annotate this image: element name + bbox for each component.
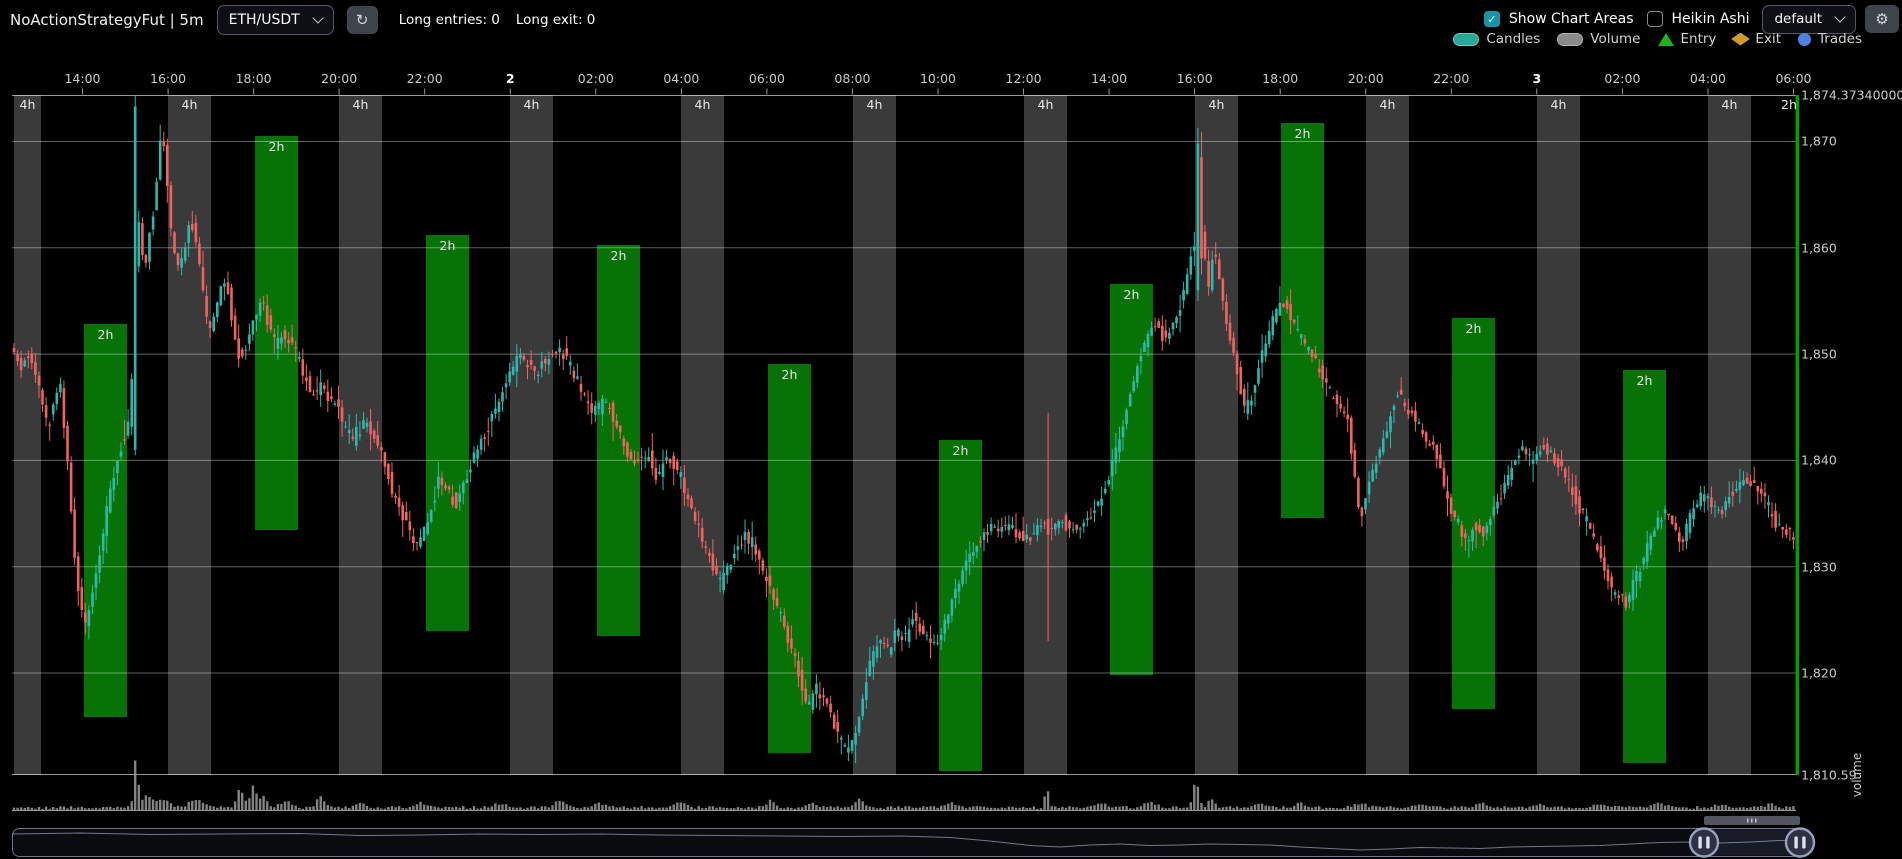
x-tick-label: 22:00 — [1433, 71, 1469, 86]
price-tick-label: 1,840 — [1801, 453, 1837, 468]
pair-select[interactable]: ETH/USDT — [217, 5, 334, 35]
chart-area-label: 2h — [953, 443, 969, 458]
x-tick-label: 2 — [506, 71, 515, 86]
long-exit-count: Long exit: 0 — [516, 12, 596, 28]
chart-area-label: 2h — [1124, 287, 1140, 302]
volume-axis-title: volume — [1850, 753, 1864, 797]
x-tick-label: 16:00 — [1177, 71, 1213, 86]
plot-config-select[interactable]: default — [1762, 5, 1856, 34]
exit-diamond-icon — [1732, 33, 1751, 46]
rangeslider-handle-right[interactable] — [1786, 829, 1814, 857]
refresh-button[interactable]: ↻ — [347, 6, 378, 34]
chart-area-label: 4h — [182, 97, 198, 112]
header-right: ✓ Show Chart Areas Heikin Ashi default ⚙ — [1484, 4, 1899, 34]
chart-area-label: 2h — [611, 248, 627, 263]
volume-swatch-icon — [1557, 33, 1583, 46]
legend-item-trades[interactable]: Trades — [1798, 31, 1862, 47]
refresh-icon: ↻ — [356, 11, 369, 29]
long-entries-count: Long entries: 0 — [399, 12, 500, 28]
x-tick-label: 06:00 — [749, 71, 785, 86]
legend-label: Candles — [1486, 31, 1540, 47]
x-tick-label: 18:00 — [236, 71, 272, 86]
price-tick-label: 1,820 — [1801, 665, 1837, 680]
price-tick-label: 1,850 — [1801, 347, 1837, 362]
trade-stats: Long entries: 0 Long exit: 0 — [399, 12, 596, 28]
legend-item-exit[interactable]: Exit — [1733, 31, 1781, 47]
legend-label: Volume — [1590, 31, 1640, 47]
show-chart-areas-label[interactable]: Show Chart Areas — [1509, 11, 1634, 27]
current-2h-area-edge — [1796, 95, 1800, 775]
strategy-title: NoActionStrategyFut | 5m — [10, 11, 204, 29]
rangeslider-handle-left[interactable] — [1690, 829, 1718, 857]
entry-triangle-icon — [1658, 33, 1674, 46]
pair-select-value: ETH/USDT — [229, 12, 300, 28]
chart-area-label: 4h — [524, 97, 540, 112]
legend-item-candles[interactable]: Candles — [1453, 31, 1540, 47]
price-tick-label: 1,860 — [1801, 240, 1837, 255]
chart-area-label: 2h — [98, 327, 114, 342]
chevron-down-icon — [1834, 11, 1845, 22]
price-tick-label: 1,870 — [1801, 134, 1837, 149]
legend-item-volume[interactable]: Volume — [1557, 31, 1640, 47]
chart-area-label: 4h — [20, 97, 36, 112]
x-tick-label: 02:00 — [578, 71, 614, 86]
x-tick-label: 02:00 — [1604, 71, 1640, 86]
chevron-down-icon — [312, 12, 323, 23]
chart-area-label: 4h — [353, 97, 369, 112]
legend-item-entry[interactable]: Entry — [1658, 31, 1717, 47]
x-tick-label: 04:00 — [1690, 71, 1726, 86]
plot-config-value: default — [1774, 11, 1822, 27]
chart-area-label: 4h — [1380, 97, 1396, 112]
freqtrade-chart-page: { "app": { "strategy_title": "NoActionSt… — [0, 0, 1902, 859]
chart-area-label: 2h — [1295, 126, 1311, 141]
rangeslider-grip-bar[interactable] — [1704, 816, 1800, 825]
chart-area-label: 4h — [1551, 97, 1567, 112]
chart-legend: Candles Volume Entry Exit Trades — [1453, 31, 1862, 47]
x-tick-label: 10:00 — [920, 71, 956, 86]
x-tick-label: 14:00 — [1091, 71, 1127, 86]
x-tick-label: 20:00 — [321, 71, 357, 86]
x-tick-label: 14:00 — [64, 71, 100, 86]
rangeslider-track[interactable] — [13, 829, 1800, 857]
candles-swatch-icon — [1453, 33, 1479, 46]
x-tick-label: 04:00 — [663, 71, 699, 86]
x-tick-label: 20:00 — [1348, 71, 1384, 86]
legend-label: Trades — [1818, 31, 1862, 47]
price-tick-label: 1,810.59 — [1801, 768, 1857, 783]
volume-bars — [13, 761, 1795, 811]
chart-area-label: 2h — [269, 139, 285, 154]
chart-area-label: 2h — [1466, 321, 1482, 336]
x-tick-label: 3 — [1532, 71, 1541, 86]
chart-area-label: 4h — [1722, 97, 1738, 112]
x-tick-label: 08:00 — [834, 71, 870, 86]
candlestick-chart-canvas[interactable] — [0, 0, 1902, 859]
x-tick-label: 16:00 — [150, 71, 186, 86]
price-tick-label: 1,830 — [1801, 559, 1837, 574]
chart-area-label: 2h — [440, 238, 456, 253]
chart-area-label: 4h — [1038, 97, 1054, 112]
legend-label: Entry — [1681, 31, 1717, 47]
chart-area-label: 2h — [1637, 373, 1653, 388]
x-tick-label: 06:00 — [1775, 71, 1811, 86]
chart-area-label: 2h — [782, 367, 798, 382]
header-left: NoActionStrategyFut | 5m ETH/USDT ↻ Long… — [10, 4, 595, 36]
x-tick-label: 22:00 — [407, 71, 443, 86]
chart-area-label: 4h — [867, 97, 883, 112]
price-tick-label: 1,874.373400000 — [1801, 88, 1902, 103]
chart-area-label: 4h — [695, 97, 711, 112]
heikin-ashi-checkbox[interactable] — [1647, 11, 1663, 27]
plot-settings-button[interactable]: ⚙ — [1865, 5, 1899, 33]
gear-icon: ⚙ — [1875, 10, 1888, 28]
chart-area-label: 2h — [1781, 97, 1797, 112]
chart-area-label: 4h — [1209, 97, 1225, 112]
trades-circle-icon — [1798, 33, 1811, 46]
show-chart-areas-checkbox[interactable]: ✓ — [1484, 11, 1500, 27]
x-tick-label: 18:00 — [1262, 71, 1298, 86]
heikin-ashi-label[interactable]: Heikin Ashi — [1672, 11, 1750, 27]
x-tick-label: 12:00 — [1006, 71, 1042, 86]
legend-label: Exit — [1755, 31, 1781, 47]
